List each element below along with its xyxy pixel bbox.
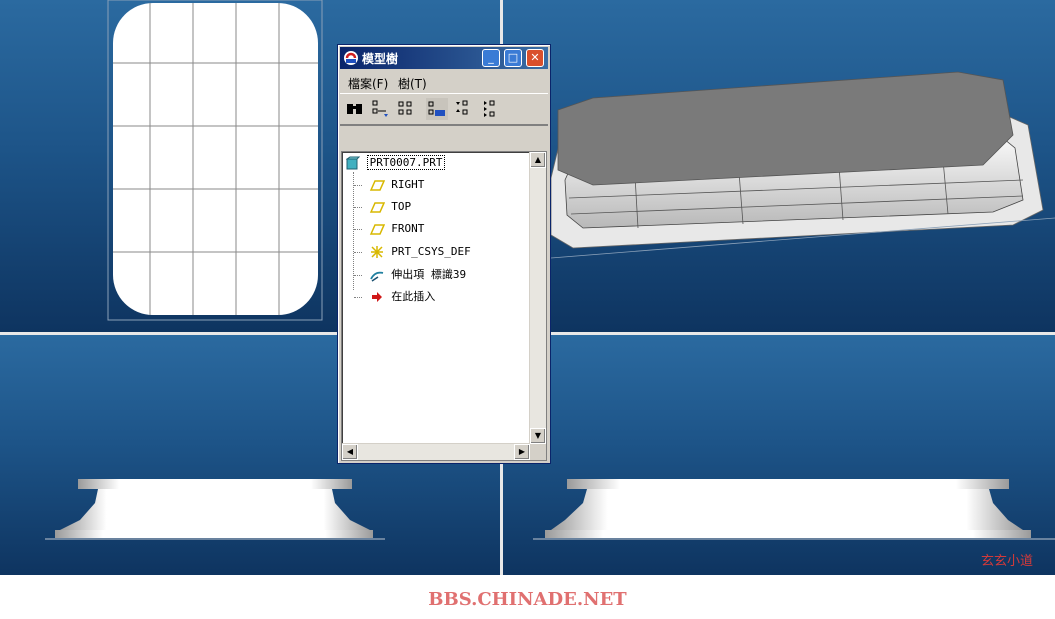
datum-plane-icon bbox=[369, 202, 385, 213]
tree-item-csys[interactable]: PRT_CSYS_DEF bbox=[354, 244, 471, 264]
insert-here-arrow-icon bbox=[371, 292, 382, 302]
app-icon bbox=[344, 51, 358, 65]
watermark-text: 玄玄小道 bbox=[980, 554, 1033, 569]
collapse-icon[interactable] bbox=[480, 98, 502, 120]
window-title: 模型樹 bbox=[362, 52, 399, 66]
datum-plane-icon bbox=[369, 224, 385, 235]
secondary-toolbar bbox=[340, 125, 548, 150]
tree-item-label: FRONT bbox=[391, 222, 425, 235]
tree-item-label: PRT_CSYS_DEF bbox=[391, 245, 471, 258]
tree-item-label: TOP bbox=[391, 200, 412, 213]
scroll-up-button[interactable]: ▲ bbox=[530, 152, 546, 168]
tree-root[interactable]: PRT0007.PRT bbox=[345, 155, 446, 176]
horizontal-scrollbar[interactable]: ◀ ▶ bbox=[342, 443, 530, 460]
window-titlebar[interactable]: 模型樹 _ □ ✕ bbox=[340, 47, 548, 69]
coordinate-system-icon bbox=[370, 246, 383, 258]
model-tree-window: 模型樹 _ □ ✕ 檔案(F) 樹(T) PRT0007.PRT RIGHT T… bbox=[337, 44, 551, 464]
right-view-drawing bbox=[533, 479, 1055, 540]
tree-item-label: 在此插入 bbox=[391, 290, 436, 303]
vertical-scrollbar[interactable]: ▲ ▼ bbox=[529, 152, 546, 444]
scroll-left-button[interactable]: ◀ bbox=[342, 444, 358, 460]
viewport-isometric-view[interactable] bbox=[503, 0, 1055, 332]
model-tree[interactable]: PRT0007.PRT RIGHT TOP FRONT PRT_CSYS_DEF… bbox=[341, 151, 547, 461]
tree-root-label: PRT0007.PRT bbox=[366, 155, 446, 170]
menu-tree[interactable]: 樹(T) bbox=[398, 75, 427, 92]
isometric-drawing bbox=[550, 71, 1055, 259]
viewport-right-view[interactable] bbox=[503, 335, 1055, 575]
site-watermark: BBS.CHINADE.NET bbox=[428, 589, 627, 610]
scrollbar-corner bbox=[530, 444, 546, 460]
tree-item-insert-here[interactable]: 在此插入 bbox=[354, 288, 435, 308]
scroll-right-button[interactable]: ▶ bbox=[514, 444, 530, 460]
show-icon[interactable] bbox=[370, 98, 392, 120]
tree-item-label: 伸出項 標識39 bbox=[391, 268, 467, 281]
menu-file[interactable]: 檔案(F) bbox=[348, 75, 388, 92]
tree-item-right[interactable]: RIGHT bbox=[354, 178, 424, 198]
part-icon bbox=[345, 156, 361, 170]
scroll-down-button[interactable]: ▼ bbox=[530, 428, 546, 444]
columns-icon[interactable] bbox=[426, 98, 448, 120]
close-button[interactable]: ✕ bbox=[526, 49, 544, 67]
maximize-button[interactable]: □ bbox=[504, 49, 522, 67]
tree-item-front[interactable]: FRONT bbox=[354, 222, 424, 242]
tree-item-top[interactable]: TOP bbox=[354, 200, 411, 220]
protrusion-icon bbox=[369, 271, 383, 282]
settings-icon[interactable] bbox=[396, 98, 418, 120]
find-icon[interactable] bbox=[344, 98, 366, 120]
expand-icon[interactable] bbox=[452, 98, 474, 120]
minimize-button[interactable]: _ bbox=[482, 49, 500, 67]
toolbar bbox=[340, 93, 548, 125]
datum-plane-icon bbox=[369, 180, 385, 191]
menubar: 檔案(F) 樹(T) bbox=[340, 72, 548, 92]
tree-item-label: RIGHT bbox=[391, 178, 425, 191]
tree-item-protrusion[interactable]: 伸出項 標識39 bbox=[354, 266, 466, 286]
